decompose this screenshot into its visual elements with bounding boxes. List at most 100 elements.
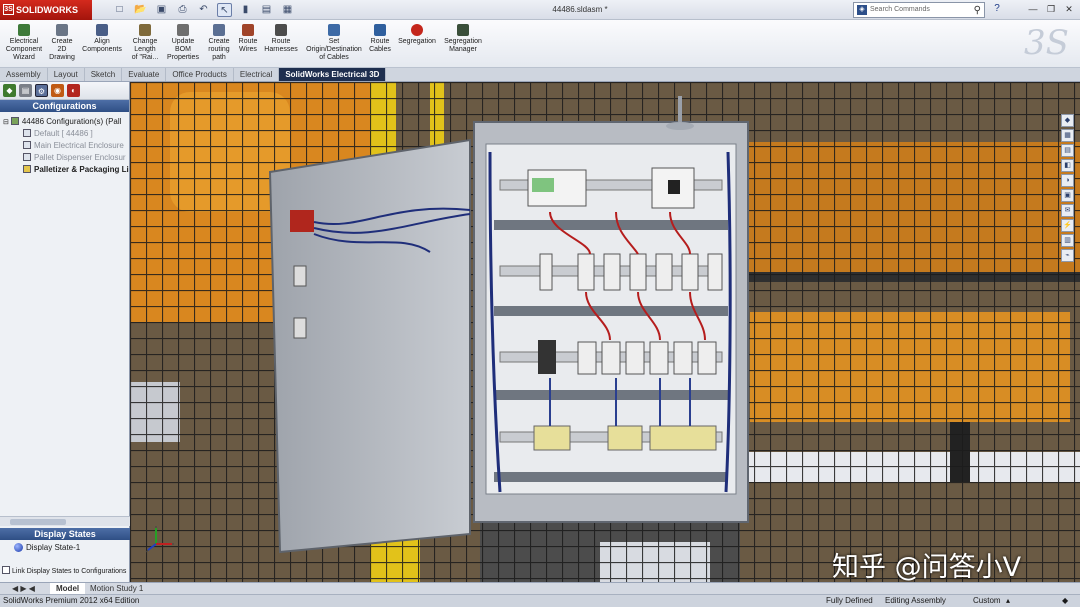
- tab-sketch[interactable]: Sketch: [85, 68, 123, 81]
- configuration-manager-icon[interactable]: ⚙: [35, 84, 48, 97]
- configuration-icon: [23, 141, 31, 149]
- route-cables-button[interactable]: Route Cables: [367, 24, 393, 54]
- drawing-icon: [56, 24, 68, 36]
- tree-item-pallet-dispenser[interactable]: Pallet Dispenser Enclosur: [3, 152, 126, 164]
- electrical-library-icon[interactable]: ⚡: [1061, 219, 1074, 232]
- button-label: Route Wires: [238, 38, 258, 53]
- pane-tabs: ◆ ▤ ⚙ ◉ ◐: [0, 82, 129, 100]
- electrical-harness-icon[interactable]: ⌁: [1061, 249, 1074, 262]
- resources-icon[interactable]: ◆: [1061, 114, 1074, 127]
- dimxpert-icon[interactable]: ◉: [51, 84, 64, 97]
- rebuild-icon[interactable]: ▮: [238, 3, 253, 17]
- select-pointer-icon[interactable]: ↖: [217, 3, 232, 17]
- component-wizard-icon: [18, 24, 30, 36]
- horizontal-scrollbar[interactable]: [0, 516, 130, 526]
- display-state-icon: [14, 543, 23, 552]
- tree-item-palletizer[interactable]: Palletizer & Packaging Li: [3, 164, 129, 176]
- checkbox-label: Link Display States to Configurations: [12, 568, 127, 575]
- electrical-components-icon[interactable]: ▥: [1061, 234, 1074, 247]
- configuration-icon: [23, 153, 31, 161]
- tab-motion-study-1[interactable]: Motion Study 1: [84, 583, 149, 594]
- graphics-viewport[interactable]: ◆ ▦ ▤ ◧ ◑ ▣ ✉ ⚡ ▥ ⌁: [130, 82, 1080, 582]
- route-wires-button[interactable]: Route Wires: [235, 24, 261, 54]
- route-harnesses-button[interactable]: Route Harnesses: [263, 24, 299, 54]
- tree-item-label: Pallet Dispenser Enclosur: [34, 153, 126, 162]
- model-tabs: ◀ ▶ ◀ ▶ Model Motion Study 1: [0, 582, 1080, 604]
- tab-model[interactable]: Model: [50, 583, 86, 594]
- harness-icon: [275, 24, 287, 36]
- view-palette-icon[interactable]: ◧: [1061, 159, 1074, 172]
- custom-properties-icon[interactable]: ▣: [1061, 189, 1074, 202]
- quick-access-toolbar: □ 📂 ▣ ⎙ ↶ ↖ ▮ ▤ ▦: [112, 3, 295, 17]
- save-icon[interactable]: ▣: [154, 3, 169, 17]
- tree-item-main-enclosure[interactable]: Main Electrical Enclosure: [3, 140, 126, 152]
- tab-layout[interactable]: Layout: [48, 68, 85, 81]
- tab-office-products[interactable]: Office Products: [166, 68, 234, 81]
- watermark-text: 知乎 @问答小V: [832, 552, 1022, 583]
- design-library-icon[interactable]: ▦: [1061, 129, 1074, 142]
- new-file-icon[interactable]: □: [112, 3, 127, 17]
- title-bar: 3S SOLIDWORKS □ 📂 ▣ ⎙ ↶ ↖ ▮ ▤ ▦ 44486.sl…: [0, 0, 1080, 20]
- scrollbar-thumb[interactable]: [10, 519, 66, 525]
- property-manager-icon[interactable]: ▤: [19, 84, 32, 97]
- close-icon[interactable]: ✕: [1062, 3, 1076, 16]
- segregation-manager-button[interactable]: Segregation Manager: [441, 24, 485, 54]
- undo-icon[interactable]: ↶: [196, 3, 211, 17]
- solidworks-logo[interactable]: 3S SOLIDWORKS: [0, 0, 92, 20]
- appearances-icon[interactable]: ◑: [1061, 174, 1074, 187]
- update-bom-properties-button[interactable]: Update BOM Properties: [166, 24, 200, 62]
- cables-icon: [374, 24, 386, 36]
- help-icon[interactable]: ?: [989, 3, 1005, 17]
- restore-icon[interactable]: ❐: [1044, 3, 1058, 16]
- checkbox[interactable]: [2, 566, 10, 574]
- routing-path-icon: [213, 24, 225, 36]
- segregation-icon: [411, 24, 423, 36]
- minimize-icon[interactable]: —: [1026, 3, 1040, 16]
- ds-logo-icon: 3S: [3, 4, 14, 15]
- button-label: Route Harnesses: [264, 38, 298, 53]
- tree-item-label: Main Electrical Enclosure: [34, 141, 124, 150]
- create-2d-drawing-button[interactable]: Create 2D Drawing: [46, 24, 78, 62]
- rebuild-status-icon[interactable]: ◆: [1062, 595, 1068, 607]
- file-properties-icon[interactable]: ▤: [259, 3, 274, 17]
- align-icon: [96, 24, 108, 36]
- unit-system[interactable]: Custom: [973, 595, 1001, 607]
- tab-assembly[interactable]: Assembly: [0, 68, 48, 81]
- tree-item-label: Default [ 44486 ]: [34, 129, 93, 138]
- button-label: Set Origin/Destination of Cables: [306, 38, 362, 61]
- tree-item-label: 44486 Configuration(s) (Pall: [21, 117, 122, 126]
- electrical-component-wizard-button[interactable]: Electrical Component Wizard: [4, 24, 44, 62]
- button-label: Create 2D Drawing: [49, 38, 75, 61]
- solidworks-forum-icon[interactable]: ✉: [1061, 204, 1074, 217]
- search-commands-input[interactable]: ◈ Search Commands ⚲: [853, 2, 985, 18]
- button-label: Change Length of "Rai...: [131, 38, 159, 61]
- link-display-states-checkbox[interactable]: Link Display States to Configurations: [2, 566, 126, 575]
- tab-evaluate[interactable]: Evaluate: [122, 68, 167, 81]
- tab-electrical[interactable]: Electrical: [234, 68, 280, 81]
- unit-dropdown-icon[interactable]: ▴: [1006, 595, 1010, 607]
- document-title: 44486.sldasm *: [552, 5, 608, 14]
- scroll-arrows[interactable]: ◀ ▶ ◀ ▶: [6, 583, 48, 604]
- dassault-logo: 3S: [1024, 23, 1069, 63]
- feature-manager-icon[interactable]: ◆: [3, 84, 16, 97]
- change-length-rail-button[interactable]: Change Length of "Rai...: [126, 24, 164, 62]
- button-label: Align Components: [82, 38, 122, 53]
- edition-label: SolidWorks Premium 2012 x64 Edition: [3, 596, 140, 605]
- command-tabs: Assembly Layout Sketch Evaluate Office P…: [0, 68, 1080, 82]
- tree-item-default[interactable]: Default [ 44486 ]: [3, 128, 126, 140]
- print-icon[interactable]: ⎙: [175, 3, 190, 17]
- set-origin-destination-cables-button[interactable]: Set Origin/Destination of Cables: [302, 24, 366, 62]
- segregation-manager-icon: [457, 24, 469, 36]
- tree-item-root[interactable]: ⊟ 44486 Configuration(s) (Pall: [3, 116, 126, 128]
- display-manager-icon[interactable]: ◐: [67, 84, 80, 97]
- options-icon[interactable]: ▦: [280, 3, 295, 17]
- definition-status: Fully Defined: [826, 596, 873, 605]
- file-explorer-icon[interactable]: ▤: [1061, 144, 1074, 157]
- align-components-button[interactable]: Align Components: [80, 24, 124, 54]
- open-file-icon[interactable]: 📂: [133, 3, 148, 17]
- segregation-button[interactable]: Segregation: [396, 24, 438, 46]
- tab-solidworks-electrical-3d[interactable]: SolidWorks Electrical 3D: [279, 68, 387, 81]
- display-state-item[interactable]: Display State-1: [14, 543, 80, 552]
- create-routing-path-button[interactable]: Create routing path: [205, 24, 233, 62]
- search-icon[interactable]: ⚲: [974, 4, 981, 18]
